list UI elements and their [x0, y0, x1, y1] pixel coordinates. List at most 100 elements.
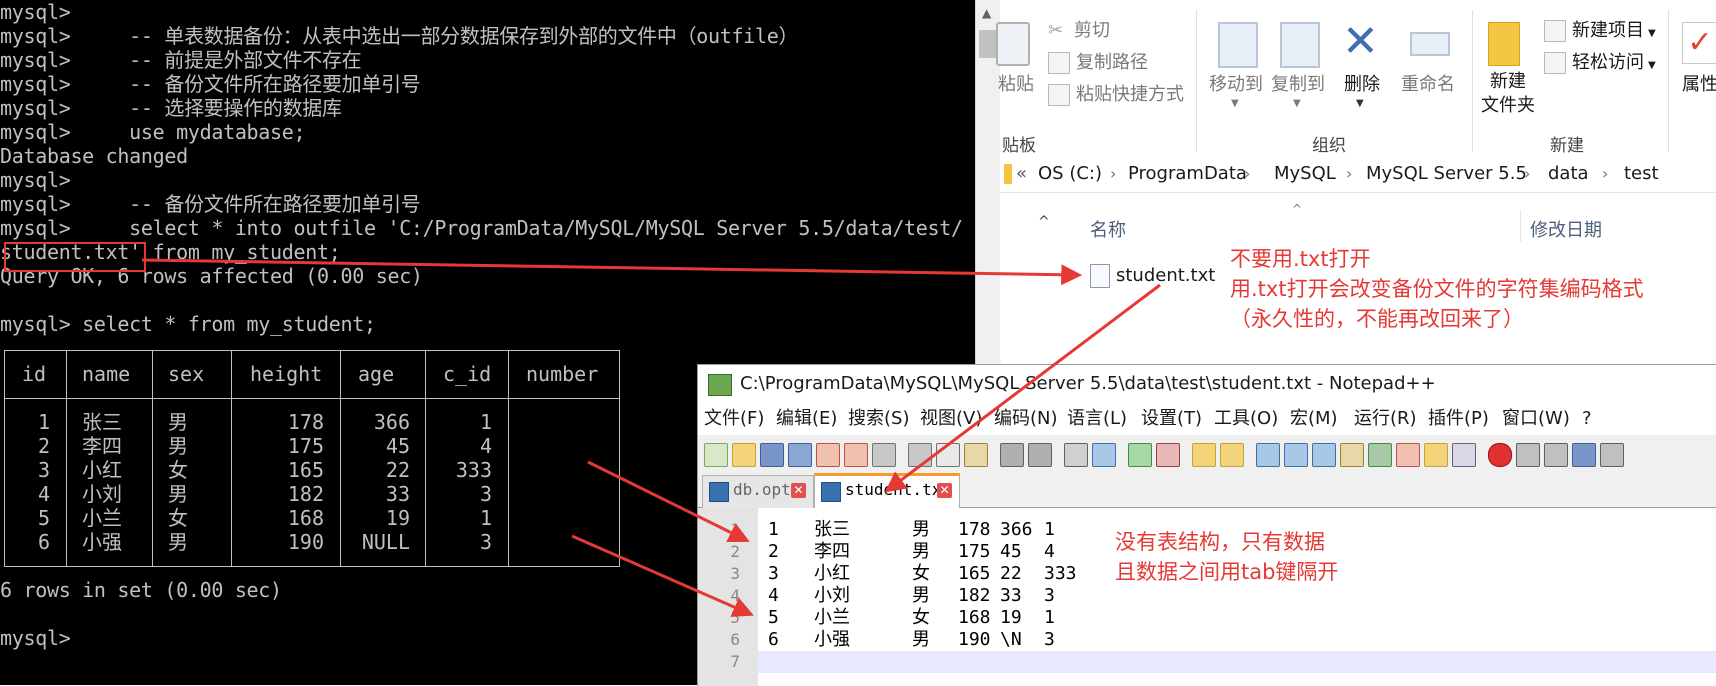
replace-icon[interactable]	[1092, 443, 1116, 467]
monitoring-icon[interactable]	[1452, 443, 1476, 467]
zoom-in-icon[interactable]	[1128, 443, 1152, 467]
breadcrumb-item[interactable]: MySQL Server 5.5	[1366, 156, 1527, 192]
cut-icon[interactable]	[908, 443, 932, 467]
breadcrumb-item[interactable]: MySQL	[1274, 156, 1336, 192]
column-header-name[interactable]: 名称	[1090, 216, 1126, 242]
menu-settings[interactable]: 设置(T)	[1141, 403, 1202, 435]
paste-icon[interactable]	[964, 443, 988, 467]
breadcrumb-overflow[interactable]: «	[1016, 156, 1027, 192]
editor-cell: 女	[912, 607, 930, 628]
function-list-icon[interactable]	[1396, 443, 1420, 467]
save-all-icon[interactable]	[788, 443, 812, 467]
breadcrumb-item[interactable]: OS (C:)	[1038, 156, 1102, 192]
run-macro-multiple-icon[interactable]	[1572, 443, 1596, 467]
chevron-right-icon[interactable]: ›	[1346, 156, 1352, 192]
chevron-right-icon[interactable]: ›	[1602, 156, 1608, 192]
chevron-right-icon[interactable]: ›	[1524, 156, 1530, 192]
properties-button[interactable]: ✓ 属性	[1678, 18, 1716, 128]
editor-cell: 小兰	[814, 607, 850, 628]
table-cell: 3	[37, 458, 50, 482]
copy-icon[interactable]	[936, 443, 960, 467]
close-icon[interactable]: ✕	[937, 483, 952, 498]
copy-to-button[interactable]: 复制到 ▼	[1268, 18, 1328, 128]
table-header: name	[82, 362, 131, 386]
indent-guide-icon[interactable]	[1312, 443, 1336, 467]
save-macro-icon[interactable]	[1600, 443, 1624, 467]
delete-label: 删除	[1344, 74, 1380, 95]
menu-tools[interactable]: 工具(O)	[1214, 403, 1278, 435]
find-icon[interactable]	[1064, 443, 1088, 467]
paste-button[interactable]: 粘贴	[988, 18, 1036, 118]
editor-cell: 男	[912, 541, 930, 562]
menu-view[interactable]: 视图(V)	[920, 403, 982, 435]
filename-highlight-box	[4, 242, 146, 272]
menu-file[interactable]: 文件(F)	[704, 403, 764, 435]
menu-language[interactable]: 语言(L)	[1067, 403, 1127, 435]
sync-horizontal-icon[interactable]	[1220, 443, 1244, 467]
stop-macro-icon[interactable]	[1516, 443, 1540, 467]
chevron-right-icon[interactable]: ›	[1244, 156, 1250, 192]
show-all-chars-icon[interactable]	[1284, 443, 1308, 467]
file-item[interactable]: student.txt	[1090, 262, 1215, 290]
breadcrumb-item[interactable]: test	[1624, 156, 1659, 192]
folder-workspace-icon[interactable]	[1424, 443, 1448, 467]
terminal-line: 6 rows in set (0.00 sec)	[0, 578, 282, 602]
menu-window[interactable]: 窗口(W)	[1502, 403, 1570, 435]
play-macro-icon[interactable]	[1544, 443, 1568, 467]
new-folder-button[interactable]: 新建 文件夹	[1478, 18, 1538, 128]
move-to-button[interactable]: 移动到 ▼	[1206, 18, 1266, 128]
new-folder-label: 新建 文件夹	[1481, 71, 1535, 116]
menu-help[interactable]: ?	[1582, 403, 1592, 435]
rename-button[interactable]: 重命名	[1396, 18, 1460, 128]
table-rule	[152, 350, 153, 566]
notepadpp-window: C:\ProgramData\MySQL\MySQL Server 5.5\da…	[697, 364, 1716, 686]
editor-cell: 6	[768, 629, 779, 650]
menu-run[interactable]: 运行(R)	[1354, 403, 1417, 435]
menu-plugins[interactable]: 插件(P)	[1428, 403, 1489, 435]
terminal-prompt[interactable]: mysql>	[0, 626, 71, 650]
menu-macro[interactable]: 宏(M)	[1290, 403, 1338, 435]
cut-button[interactable]: ✂ 剪切	[1048, 18, 1110, 44]
line-number: 6	[730, 630, 740, 649]
breadcrumb-item[interactable]: data	[1548, 156, 1589, 192]
open-file-icon[interactable]	[732, 443, 756, 467]
column-header-date-modified[interactable]: 修改日期	[1530, 216, 1602, 242]
menu-search[interactable]: 搜索(S)	[848, 403, 909, 435]
undo-icon[interactable]	[1000, 443, 1024, 467]
chevron-right-icon[interactable]: ›	[1110, 156, 1116, 192]
close-file-icon[interactable]	[816, 443, 840, 467]
tab-student-txt[interactable]: student.txt ✕	[814, 473, 960, 511]
close-all-icon[interactable]	[844, 443, 868, 467]
udl-icon[interactable]	[1340, 443, 1364, 467]
delete-button[interactable]: ✕ 删除 ▼	[1336, 18, 1388, 128]
tab-label: student.txt	[845, 480, 951, 499]
editor-cell: 22	[1000, 563, 1022, 584]
nav-pane-collapse-icon[interactable]: ^	[1038, 214, 1050, 230]
print-icon[interactable]	[872, 443, 896, 467]
new-item-button[interactable]: 新建项目 ▼	[1544, 18, 1656, 44]
breadcrumb-item[interactable]: ProgramData	[1128, 156, 1247, 192]
save-icon[interactable]	[760, 443, 784, 467]
editor-cell: 李四	[814, 541, 850, 562]
redo-icon[interactable]	[1028, 443, 1052, 467]
word-wrap-icon[interactable]	[1256, 443, 1280, 467]
delete-x-icon: ✕	[1342, 16, 1379, 67]
sync-vertical-icon[interactable]	[1192, 443, 1216, 467]
address-bar[interactable]: « OS (C:) › ProgramData › MySQL › MySQL …	[1000, 156, 1716, 193]
column-divider[interactable]	[1520, 210, 1521, 242]
record-macro-icon[interactable]	[1488, 443, 1512, 467]
easy-access-button[interactable]: 轻松访问 ▼	[1544, 50, 1656, 76]
tab-db-opt[interactable]: db.opt ✕	[702, 475, 814, 508]
new-file-icon[interactable]	[704, 443, 728, 467]
copy-path-button[interactable]: 复制路径	[1048, 50, 1148, 76]
zoom-out-icon[interactable]	[1156, 443, 1180, 467]
editor-cell: 3	[1044, 629, 1055, 650]
rename-icon	[1410, 32, 1450, 56]
window-title-bar[interactable]: C:\ProgramData\MySQL\MySQL Server 5.5\da…	[698, 365, 1716, 403]
close-icon[interactable]: ✕	[791, 483, 806, 498]
table-header: age	[358, 362, 395, 386]
doc-map-icon[interactable]	[1368, 443, 1392, 467]
paste-shortcut-button[interactable]: 粘贴快捷方式	[1048, 82, 1184, 108]
menu-encoding[interactable]: 编码(N)	[994, 403, 1058, 435]
menu-edit[interactable]: 编辑(E)	[776, 403, 837, 435]
